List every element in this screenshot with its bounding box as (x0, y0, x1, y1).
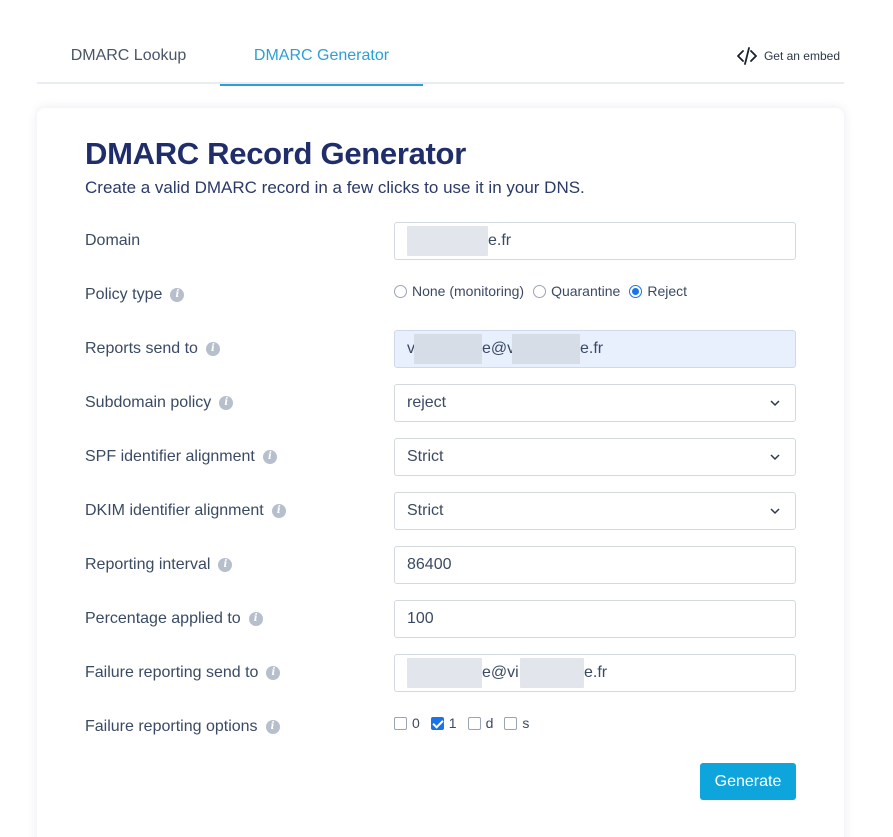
dkim-alignment-select[interactable]: Strict (394, 492, 796, 530)
failure-option-s[interactable]: s (504, 715, 529, 731)
percentage-input[interactable]: 100 (394, 600, 796, 638)
failure-option-d[interactable]: d (467, 715, 494, 731)
spf-alignment-label: SPF identifier alignment i (85, 438, 277, 476)
option-label: s (522, 715, 530, 731)
redacted-block (407, 658, 482, 688)
domain-input[interactable]: e.fr (394, 222, 796, 260)
failure-send-to-input[interactable]: e@vi e.fr (394, 654, 796, 692)
policy-quarantine-option[interactable]: Quarantine (533, 283, 620, 299)
failure-send-to-label: Failure reporting send to i (85, 654, 281, 692)
input-value: 86400 (407, 556, 452, 573)
reports-send-to-label: Reports send to i (85, 330, 220, 368)
policy-type-radios: None (monitoring) Quarantine Reject (394, 276, 696, 306)
redacted-block (520, 658, 584, 688)
tab-dmarc-generator[interactable]: DMARC Generator (220, 28, 423, 86)
failure-options-row: Failure reporting options i 0 1 d s (85, 708, 797, 746)
reporting-interval-row: Reporting interval i 86400 (85, 546, 797, 584)
domain-label: Domain (85, 232, 141, 249)
info-icon[interactable]: i (218, 558, 233, 572)
option-label: 0 (412, 715, 420, 731)
redacted-block (512, 334, 580, 364)
get-embed-label: Get an embed (763, 49, 840, 63)
checkbox-0[interactable] (394, 716, 407, 730)
failure-options-label: Failure reporting options i (85, 708, 280, 746)
option-label: Quarantine (551, 283, 621, 299)
reporting-interval-label: Reporting interval i (85, 546, 233, 584)
chevron-down-icon (770, 454, 780, 461)
info-icon[interactable]: i (271, 504, 286, 518)
option-label: d (485, 715, 494, 731)
info-icon[interactable]: i (170, 288, 185, 302)
domain-row: Domain e.fr (85, 222, 797, 260)
select-value: reject (407, 394, 447, 411)
policy-reject-option[interactable]: Reject (629, 283, 687, 299)
checkbox-1[interactable] (430, 716, 444, 730)
reporting-interval-input[interactable]: 86400 (394, 546, 796, 584)
generator-card: DMARC Record Generator Create a valid DM… (37, 108, 844, 837)
radio-reject[interactable] (629, 284, 643, 298)
info-icon[interactable]: i (266, 666, 281, 680)
info-icon[interactable]: i (265, 720, 280, 734)
value-suffix: e.fr (584, 664, 608, 681)
tab-dmarc-lookup[interactable]: DMARC Lookup (37, 28, 220, 84)
policy-none-option[interactable]: None (monitoring) (394, 283, 524, 299)
percentage-label: Percentage applied to i (85, 600, 263, 638)
generate-button[interactable]: Generate (700, 763, 796, 800)
failure-send-to-row: Failure reporting send to i e@vi e.fr (85, 654, 797, 692)
radio-quarantine[interactable] (533, 284, 547, 298)
subdomain-policy-select[interactable]: reject (394, 384, 796, 422)
info-icon[interactable]: i (248, 612, 263, 626)
tab-bar: DMARC Lookup DMARC Generator Get an embe… (37, 28, 844, 86)
checkbox-d[interactable] (467, 716, 481, 730)
option-label: None (monitoring) (412, 283, 525, 299)
select-value: Strict (407, 448, 444, 465)
page-title: DMARC Record Generator (85, 136, 466, 171)
failure-options-checkboxes: 0 1 d s (394, 708, 540, 738)
dkim-alignment-row: DKIM identifier alignment i Strict (85, 492, 797, 530)
radio-none[interactable] (394, 284, 407, 298)
reports-send-to-input[interactable]: v e@v e.fr (394, 330, 796, 368)
failure-option-0[interactable]: 0 (394, 715, 420, 731)
select-value: Strict (407, 502, 444, 519)
input-value: 100 (407, 610, 434, 627)
value-mid: e@vi (482, 664, 519, 681)
info-icon[interactable]: i (219, 396, 234, 410)
redacted-block (414, 334, 482, 364)
failure-option-1[interactable]: 1 (430, 715, 457, 731)
checkbox-s[interactable] (504, 716, 518, 730)
get-embed-link[interactable]: Get an embed (737, 28, 840, 84)
subdomain-policy-label: Subdomain policy i (85, 384, 234, 422)
info-icon[interactable]: i (205, 342, 220, 356)
subdomain-policy-row: Subdomain policy i reject (85, 384, 797, 422)
info-icon[interactable]: i (262, 450, 277, 464)
spf-alignment-row: SPF identifier alignment i Strict (85, 438, 797, 476)
dkim-alignment-label: DKIM identifier alignment i (85, 492, 286, 530)
reports-send-to-row: Reports send to i v e@v e.fr (85, 330, 797, 368)
policy-type-row: Policy type i None (monitoring) Quarantin… (85, 276, 797, 314)
domain-value: e.fr (488, 232, 512, 249)
value-suffix: e.fr (580, 340, 604, 357)
percentage-row: Percentage applied to i 100 (85, 600, 797, 638)
chevron-down-icon (770, 400, 780, 407)
code-icon (737, 47, 757, 65)
spf-alignment-select[interactable]: Strict (394, 438, 796, 476)
page-subtitle: Create a valid DMARC record in a few cli… (85, 178, 585, 197)
chevron-down-icon (770, 508, 780, 515)
option-label: Reject (647, 283, 688, 299)
page: DMARC Lookup DMARC Generator Get an embe… (0, 0, 893, 837)
value-mid: e@v (482, 340, 516, 357)
option-label: 1 (448, 715, 457, 731)
policy-type-label: Policy type i (85, 276, 185, 314)
redacted-block (407, 226, 488, 256)
